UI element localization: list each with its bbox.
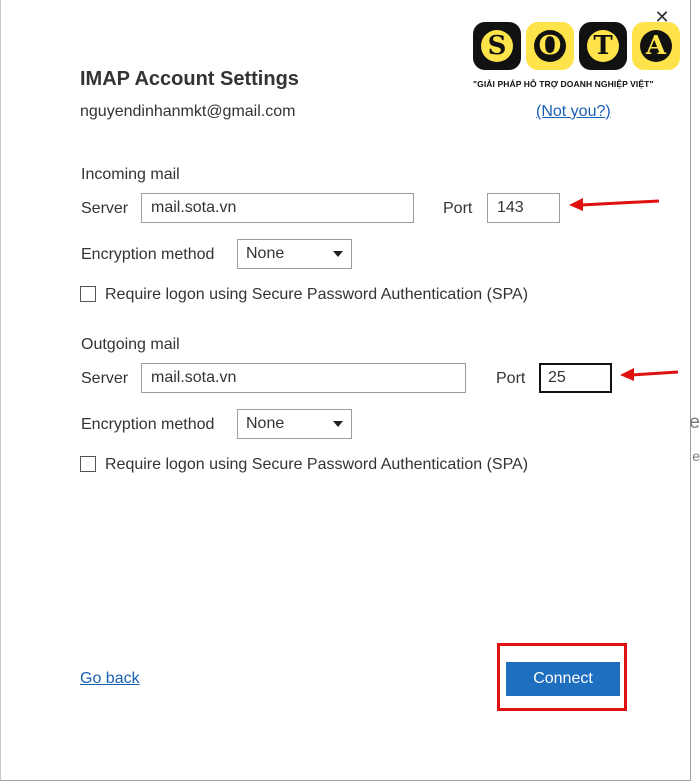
dialog-title: IMAP Account Settings: [80, 68, 299, 90]
incoming-spa-checkbox[interactable]: [80, 286, 96, 302]
incoming-mail-heading: Incoming mail: [81, 166, 180, 183]
outgoing-port-label: Port: [496, 370, 526, 387]
imap-settings-dialog: ✕ S O T A "GIẢI PHÁP HỖ TRỢ DOANH NGHIỆP…: [0, 0, 691, 781]
sota-logo: S O T A "GIẢI PHÁP HỖ TRỢ DOANH NGHIỆP V…: [473, 22, 683, 102]
outgoing-port-input[interactable]: [539, 363, 612, 393]
connect-button[interactable]: Connect: [506, 662, 620, 696]
chevron-down-icon: [333, 251, 343, 257]
outgoing-server-label: Server: [81, 370, 129, 387]
annotation-arrow-icon: [569, 198, 660, 211]
outgoing-spa-checkbox[interactable]: [80, 456, 96, 472]
outgoing-encryption-select[interactable]: None: [237, 409, 352, 439]
incoming-server-input[interactable]: [141, 193, 414, 223]
incoming-server-label: Server: [81, 200, 129, 217]
incoming-port-input[interactable]: [487, 193, 560, 223]
outgoing-server-input[interactable]: [141, 363, 466, 393]
outgoing-mail-heading: Outgoing mail: [81, 336, 180, 353]
incoming-spa-label: Require logon using Secure Password Auth…: [105, 286, 529, 303]
outgoing-spa-label: Require logon using Secure Password Auth…: [105, 456, 529, 473]
not-you-link[interactable]: (Not you?): [536, 103, 611, 121]
incoming-encryption-value: None: [246, 245, 285, 262]
go-back-link[interactable]: Go back: [80, 670, 140, 688]
chevron-down-icon: [333, 421, 343, 427]
annotation-arrow-icon: [620, 368, 679, 381]
logo-tile: O: [526, 22, 574, 70]
background-text: e: [692, 448, 700, 464]
incoming-encryption-label: Encryption method: [81, 246, 215, 263]
account-email: nguyendinhanmkt@gmail.com: [80, 103, 296, 120]
incoming-encryption-select[interactable]: None: [237, 239, 352, 269]
outgoing-encryption-value: None: [246, 415, 285, 432]
logo-tile: S: [473, 22, 521, 70]
logo-tile: A: [632, 22, 680, 70]
incoming-port-label: Port: [443, 200, 473, 217]
logo-tagline: "GIẢI PHÁP HỖ TRỢ DOANH NGHIỆP VIỆT": [473, 79, 654, 89]
logo-tile: T: [579, 22, 627, 70]
outgoing-encryption-label: Encryption method: [81, 416, 215, 433]
background-text: e: [689, 412, 700, 433]
